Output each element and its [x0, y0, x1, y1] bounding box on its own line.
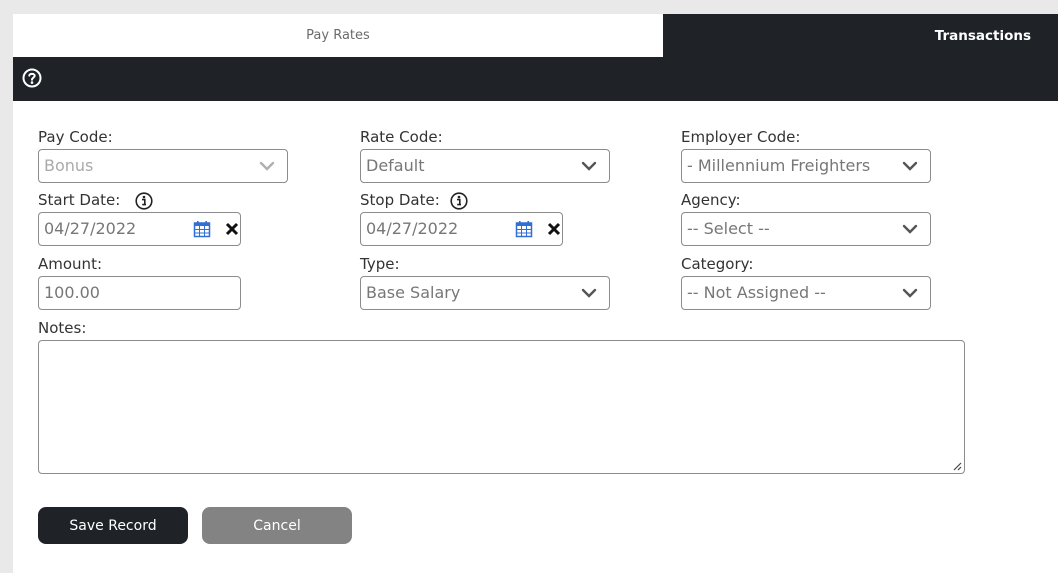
pay-code-value: Bonus: [44, 156, 94, 175]
start-date-input[interactable]: 04/27/2022: [38, 212, 241, 246]
agency-select[interactable]: -- Select --: [681, 212, 931, 246]
stop-date-input[interactable]: 04/27/2022: [360, 212, 563, 246]
clear-icon[interactable]: [547, 222, 561, 236]
question-circle-icon[interactable]: [22, 68, 42, 88]
notes-label: Notes:: [38, 319, 87, 337]
pay-code-select[interactable]: Bonus: [38, 149, 288, 183]
amount-input[interactable]: 100.00: [38, 276, 241, 310]
chevron-down-icon: [902, 288, 918, 298]
stop-date-value: 04/27/2022: [366, 219, 459, 238]
category-label: Category:: [681, 255, 754, 273]
employer-code-value: - Millennium Freighters: [687, 156, 871, 175]
employer-code-select[interactable]: - Millennium Freighters: [681, 149, 931, 183]
category-value: -- Not Assigned --: [687, 283, 826, 302]
clear-icon[interactable]: [225, 222, 239, 236]
chevron-down-icon: [259, 161, 275, 171]
save-record-button[interactable]: Save Record: [38, 507, 188, 544]
start-date-value: 04/27/2022: [44, 219, 137, 238]
resize-grip-icon[interactable]: [952, 461, 962, 471]
rate-code-label: Rate Code:: [360, 128, 443, 146]
info-icon[interactable]: [450, 192, 468, 210]
stop-date-label: Stop Date:: [360, 191, 440, 209]
toolbar: [13, 57, 1058, 101]
amount-label: Amount:: [38, 255, 102, 273]
employer-code-label: Employer Code:: [681, 128, 801, 146]
notes-textarea[interactable]: [38, 340, 965, 474]
type-label: Type:: [360, 255, 400, 273]
pay-code-label: Pay Code:: [38, 128, 113, 146]
agency-label: Agency:: [681, 191, 741, 209]
start-date-label: Start Date:: [38, 191, 121, 209]
amount-value: 100.00: [44, 283, 100, 302]
rate-code-value: Default: [366, 156, 425, 175]
category-select[interactable]: -- Not Assigned --: [681, 276, 931, 310]
chevron-down-icon: [902, 161, 918, 171]
calendar-icon[interactable]: [515, 220, 533, 238]
calendar-icon[interactable]: [193, 220, 211, 238]
tab-bar: Pay Rates Transactions: [13, 14, 1058, 57]
type-select[interactable]: Base Salary: [360, 276, 610, 310]
cancel-button[interactable]: Cancel: [202, 507, 352, 544]
chevron-down-icon: [581, 288, 597, 298]
tab-transactions[interactable]: Transactions: [663, 14, 1058, 57]
agency-value: -- Select --: [687, 219, 770, 238]
type-value: Base Salary: [366, 283, 461, 302]
tab-pay-rates[interactable]: Pay Rates: [13, 14, 663, 57]
info-icon[interactable]: [135, 192, 153, 210]
pay-rate-panel: Pay Rates Transactions Pay Code: Bonus R…: [13, 14, 1058, 573]
chevron-down-icon: [581, 161, 597, 171]
rate-code-select[interactable]: Default: [360, 149, 610, 183]
chevron-down-icon: [902, 224, 918, 234]
